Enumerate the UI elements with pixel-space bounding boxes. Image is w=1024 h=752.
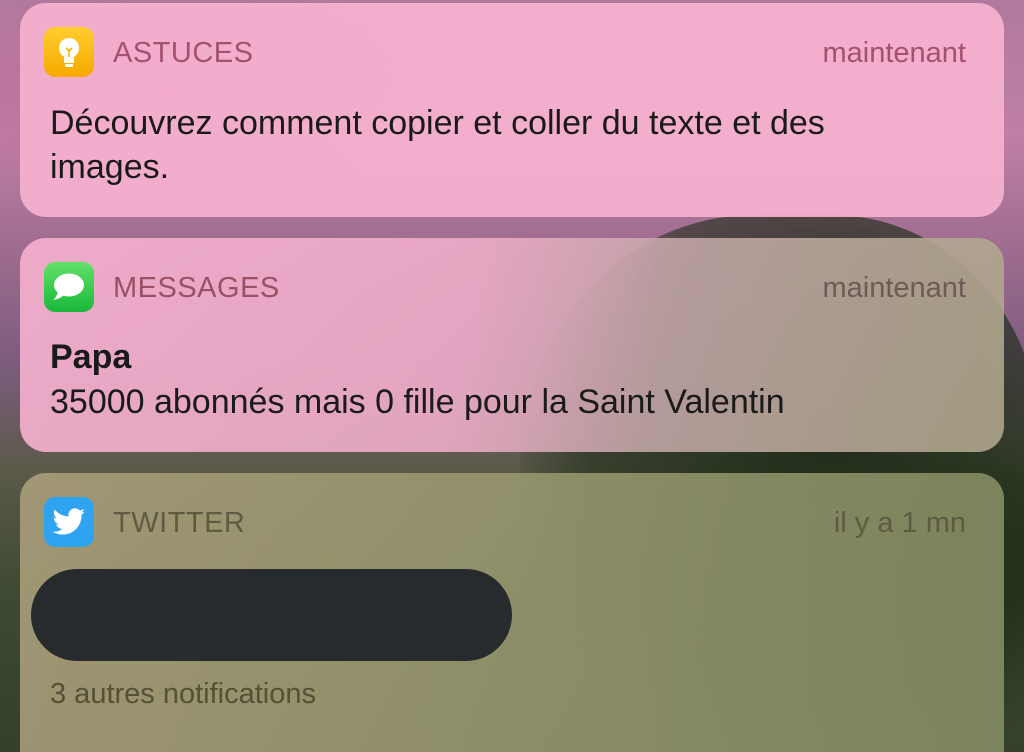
notification-twitter[interactable]: TWITTER il y a 1 mn 3 autres notificatio…: [20, 473, 1004, 752]
notification-messages[interactable]: MESSAGES maintenant Papa 35000 abonnés m…: [20, 238, 1004, 452]
message-sender: Papa: [50, 338, 132, 376]
app-name: TWITTER: [113, 507, 246, 539]
timestamp: il y a 1 mn: [833, 507, 966, 539]
more-notifications-label: 3 autres notifications: [50, 678, 316, 710]
notification-body: 35000 abonnés mais 0 fille pour la Saint…: [50, 383, 785, 421]
notification-astuces[interactable]: ASTUCES maintenant Découvrez comment cop…: [20, 3, 1004, 217]
notification-body: Découvrez comment copier et coller du te…: [50, 104, 825, 186]
timestamp: maintenant: [822, 37, 967, 69]
lightbulb-icon: [44, 27, 94, 77]
twitter-bird-icon: [44, 497, 94, 547]
app-name: ASTUCES: [113, 37, 254, 69]
redacted-content: [31, 569, 512, 661]
app-name: MESSAGES: [113, 272, 280, 304]
timestamp: maintenant: [822, 272, 967, 304]
speech-bubble-icon: [44, 262, 94, 312]
